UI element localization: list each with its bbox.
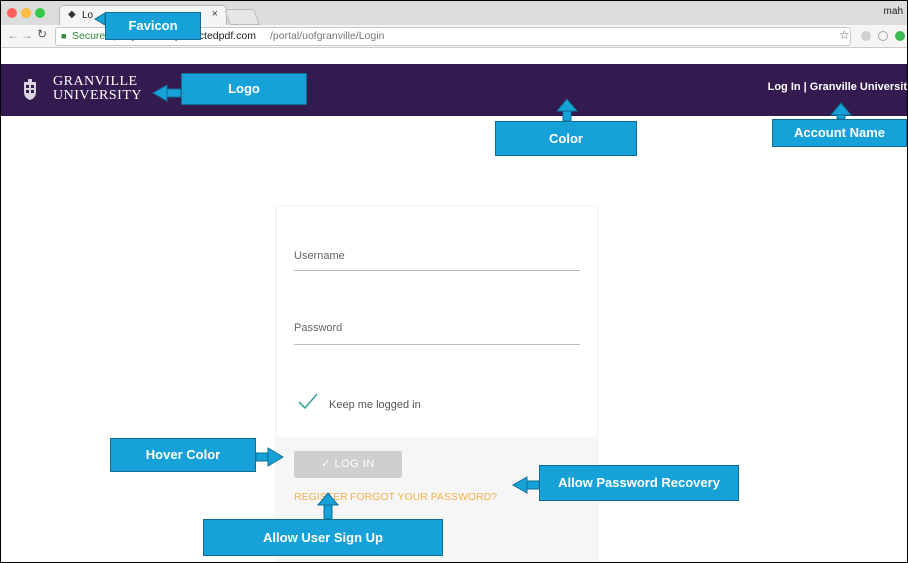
username-input[interactable]: Username xyxy=(294,250,345,262)
tab-title: Lo xyxy=(82,10,94,21)
window-maximize-button[interactable] xyxy=(35,8,45,18)
password-input[interactable]: Password xyxy=(294,322,342,334)
callout-hover-color: Hover Color xyxy=(110,438,256,472)
window-close-button[interactable] xyxy=(7,8,17,18)
register-link[interactable]: REGISTER xyxy=(294,491,348,503)
window-minimize-button[interactable] xyxy=(21,8,31,18)
username-underline xyxy=(294,270,580,271)
password-underline xyxy=(294,344,580,345)
browser-profile-name[interactable]: mah xyxy=(884,6,903,17)
logo-text[interactable]: UNIVERSITY xyxy=(53,88,142,104)
secure-label: Secure xyxy=(72,30,106,42)
new-tab-button[interactable] xyxy=(224,9,260,25)
screenshot-frame: ◆ Lo × mah ← → ↻ ■ Secure | https://view… xyxy=(0,0,908,563)
forward-arrow-icon[interactable]: → xyxy=(21,28,33,42)
account-login-link[interactable]: Log In | Granville Universit xyxy=(768,81,907,93)
tab-close-button[interactable]: × xyxy=(212,8,218,20)
extension-icon[interactable] xyxy=(895,31,905,41)
university-crest-icon xyxy=(24,79,36,100)
login-card: Username Password Keep me logged in ✓ LO… xyxy=(277,207,597,562)
keep-logged-in-label[interactable]: Keep me logged in xyxy=(329,399,421,411)
callout-color: Color xyxy=(495,121,637,156)
callout-logo: Logo xyxy=(181,73,307,105)
reload-icon[interactable]: ↻ xyxy=(37,27,47,41)
forgot-password-link[interactable]: FORGOT YOUR PASSWORD? xyxy=(350,491,497,503)
lock-icon: ■ xyxy=(61,31,67,41)
extension-icon[interactable] xyxy=(861,31,871,41)
extension-icon[interactable] xyxy=(878,31,888,41)
callout-user-signup: Allow User Sign Up xyxy=(203,519,443,556)
back-arrow-icon[interactable]: ← xyxy=(7,28,19,42)
site-header: GRANVILLE UNIVERSITY Log In | Granville … xyxy=(1,64,907,116)
url-path: /portal/uofgranville/Login xyxy=(270,30,385,42)
keep-logged-in-checkbox[interactable] xyxy=(297,392,319,410)
bookmark-star-icon[interactable]: ☆ xyxy=(839,28,850,42)
login-button[interactable]: ✓ LOG IN xyxy=(294,451,402,478)
callout-favicon: Favicon xyxy=(105,12,201,40)
favicon-icon: ◆ xyxy=(68,9,76,20)
callout-password-recovery: Allow Password Recovery xyxy=(539,465,739,501)
callout-account-name: Account Name xyxy=(772,119,907,147)
